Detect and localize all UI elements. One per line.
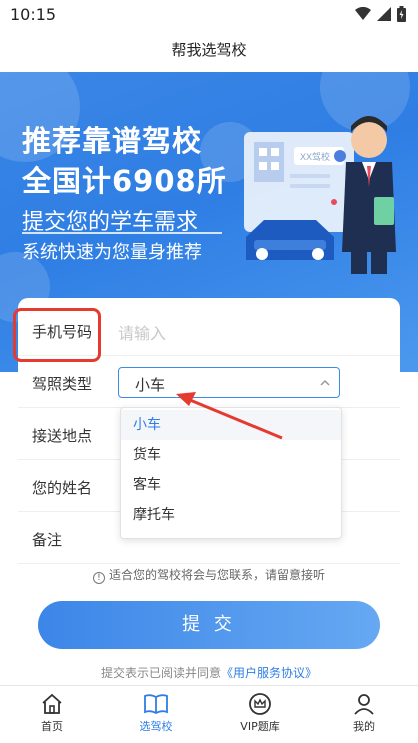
battery-icon — [397, 6, 406, 22]
pickup-label: 接送地点 — [32, 427, 93, 445]
home-icon — [42, 693, 62, 714]
hero-headline: 推荐靠谱驾校 — [22, 124, 203, 158]
tab-label: 我的 — [353, 720, 375, 733]
license-select-value: 小车 — [135, 376, 166, 394]
user-agreement-link[interactable]: 《用户服务协议》 — [221, 666, 317, 680]
hero-illustration: XX驾校 — [244, 116, 396, 274]
agreement-prefix: 提交表示已阅读并同意 — [100, 666, 221, 680]
hero-divider — [22, 232, 222, 234]
hero-count: 全国计6908所 — [22, 164, 227, 198]
status-bar: 10:15 — [0, 0, 418, 30]
person-icon — [354, 694, 374, 715]
page-title: 帮我选驾校 — [171, 41, 247, 59]
note-label: 备注 — [32, 531, 63, 549]
hero-tagline: 系统快速为您量身推荐 — [22, 242, 202, 263]
license-row: 驾照类型 小车 — [18, 356, 400, 408]
signal-icon — [377, 7, 391, 21]
status-time: 10:15 — [10, 5, 57, 24]
notice-text: ! 适合您的驾校将会与您联系，请留意接听 — [18, 566, 400, 584]
notice-label: 适合您的驾校将会与您联系，请留意接听 — [108, 568, 325, 582]
wifi-icon — [355, 7, 371, 20]
phone-input[interactable]: 请输入 — [118, 320, 166, 344]
submit-button[interactable]: 提 交 — [38, 601, 380, 649]
phone-row: 手机号码 请输入 — [13, 304, 400, 362]
tab-mine[interactable]: 我的 — [312, 686, 416, 743]
book-icon — [144, 694, 168, 715]
form-card: 手机号码 请输入 驾照类型 小车 接送地点 您的姓名 备注 ! 适合您的驾校将会与… — [13, 298, 400, 688]
name-label: 您的姓名 — [32, 479, 93, 497]
chevron-up-icon — [320, 379, 330, 386]
tab-label: 首页 — [41, 720, 63, 733]
tab-label: VIP题库 — [240, 720, 280, 733]
annotation-highlight-box — [13, 308, 101, 362]
tab-choose-school[interactable]: 选驾校 — [104, 686, 208, 743]
tab-vip-questions[interactable]: VIP题库 — [208, 686, 312, 743]
license-label: 驾照类型 — [32, 375, 93, 393]
tab-home[interactable]: 首页 — [0, 686, 104, 743]
dropdown-option[interactable]: 小车 — [121, 410, 341, 440]
hero-sign-text: XX驾校 — [300, 151, 330, 162]
crown-icon — [249, 693, 271, 715]
title-bar: 帮我选驾校 — [0, 30, 418, 72]
license-select[interactable]: 小车 — [118, 367, 340, 398]
info-icon: ! — [92, 572, 105, 584]
status-icons — [355, 6, 406, 22]
license-dropdown: 小车 货车 客车 摩托车 — [120, 407, 342, 539]
dropdown-option[interactable]: 客车 — [121, 470, 341, 500]
dropdown-option[interactable]: 货车 — [121, 440, 341, 470]
dropdown-option[interactable]: 摩托车 — [121, 500, 341, 530]
bottom-tab-bar: 首页 选驾校 VIP题库 我的 — [0, 685, 418, 743]
agreement-text: 提交表示已阅读并同意《用户服务协议》 — [18, 664, 400, 681]
tab-label: 选驾校 — [139, 720, 173, 733]
